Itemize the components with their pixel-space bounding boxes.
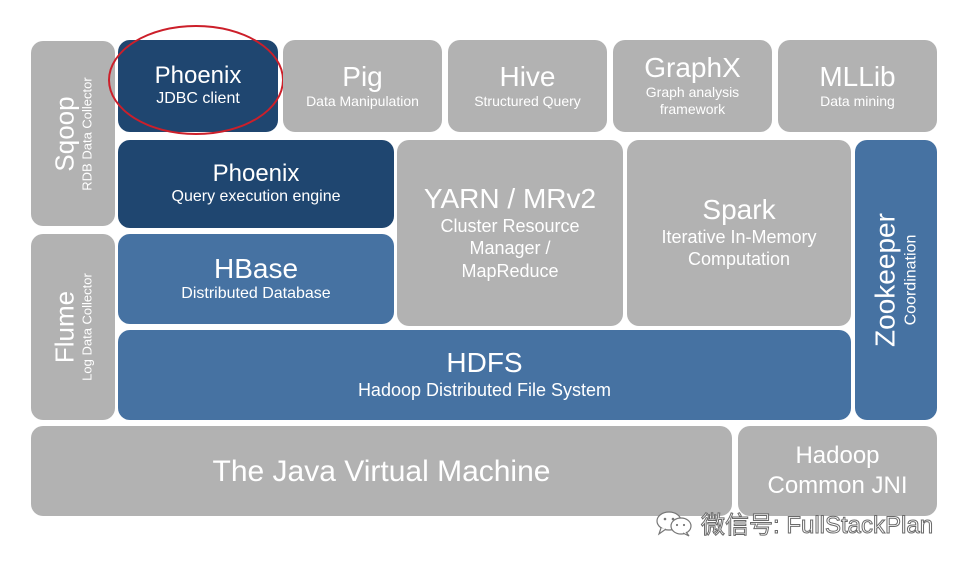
watermark: 微信号: FullStackPlan: [655, 505, 934, 540]
block-jvm: The Java Virtual Machine: [31, 426, 732, 516]
zookeeper-subtitle: Coordination: [902, 234, 920, 326]
graphx-subtitle-line-1: Graph analysis: [645, 83, 740, 100]
flume-title: Flume: [49, 290, 80, 364]
phoenix-client-subtitle: JDBC client: [156, 90, 240, 108]
block-spark: Spark Iterative In-Memory Computation: [627, 140, 851, 326]
spark-subtitle-line-1: Iterative In-Memory: [661, 226, 817, 247]
jni-title-line-1: Hadoop: [795, 442, 880, 469]
block-zookeeper: Zookeeper Coordination: [855, 140, 937, 420]
block-phoenix-engine: Phoenix Query execution engine: [118, 140, 394, 228]
block-hive: Hive Structured Query: [448, 40, 607, 132]
yarn-subtitle-line-3: MapReduce: [461, 260, 559, 281]
block-hbase: HBase Distributed Database: [118, 234, 394, 324]
jvm-title: The Java Virtual Machine: [212, 454, 551, 488]
mllib-title: MLLib: [819, 60, 896, 92]
block-jni: Hadoop Common JNI: [738, 426, 937, 516]
block-flume: Flume Log Data Collector: [31, 234, 115, 420]
graphx-subtitle-line-2: framework: [659, 101, 726, 118]
pig-title: Pig: [342, 60, 383, 92]
hdfs-subtitle: Hadoop Distributed File System: [357, 380, 612, 401]
phoenix-engine-title: Phoenix: [212, 159, 300, 187]
phoenix-engine-subtitle: Query execution engine: [171, 188, 341, 206]
graphx-title: GraphX: [644, 52, 741, 84]
spark-subtitle-line-2: Computation: [687, 249, 791, 270]
yarn-title: YARN / MRv2: [423, 182, 597, 214]
pig-subtitle: Data Manipulation: [306, 92, 419, 109]
hive-subtitle: Structured Query: [474, 92, 581, 109]
block-graphx: GraphX Graph analysis framework: [613, 40, 772, 132]
spark-title: Spark: [702, 194, 776, 226]
block-yarn: YARN / MRv2 Cluster Resource Manager / M…: [397, 140, 623, 326]
yarn-subtitle-line-1: Cluster Resource: [440, 215, 580, 236]
hbase-title: HBase: [213, 252, 299, 284]
sqoop-subtitle: RDB Data Collector: [79, 76, 95, 191]
zookeeper-title: Zookeeper: [869, 213, 901, 347]
hbase-subtitle: Distributed Database: [181, 285, 331, 303]
wechat-icon: [655, 509, 695, 537]
block-pig: Pig Data Manipulation: [283, 40, 442, 132]
yarn-subtitle-line-2: Manager /: [469, 238, 551, 259]
watermark-text: 微信号: FullStackPlan: [700, 512, 934, 540]
block-sqoop: Sqoop RDB Data Collector: [31, 41, 115, 226]
jni-title-line-2: Common JNI: [767, 472, 908, 499]
sqoop-title: Sqoop: [49, 95, 80, 172]
flume-subtitle: Log Data Collector: [79, 273, 95, 381]
phoenix-client-title: Phoenix: [154, 61, 242, 89]
mllib-subtitle: Data mining: [820, 92, 895, 109]
hive-title: Hive: [499, 60, 556, 92]
block-mllib: MLLib Data mining: [778, 40, 937, 132]
hdfs-title: HDFS: [446, 347, 523, 379]
block-phoenix-client: Phoenix JDBC client: [118, 40, 278, 132]
block-hdfs: HDFS Hadoop Distributed File System: [118, 330, 851, 420]
